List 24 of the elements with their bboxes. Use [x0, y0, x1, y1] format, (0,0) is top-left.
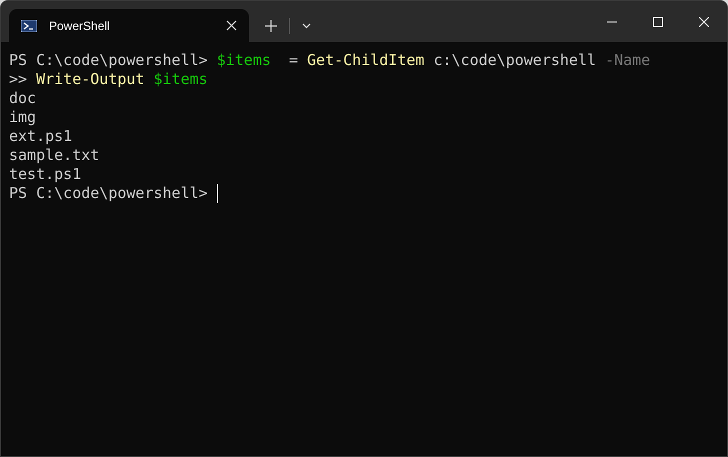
terminal-text: PS C:\code\powershell>	[9, 51, 209, 70]
terminal-text: doc	[9, 89, 36, 108]
terminal-text: PS C:\code\powershell>	[9, 184, 209, 203]
command-text: Get-ChildItem	[307, 51, 424, 70]
parameter-text: -Name	[605, 51, 650, 70]
terminal-text: sample.txt	[9, 146, 100, 165]
dropdown-icon[interactable]	[302, 22, 311, 28]
new-tab-icon[interactable]	[265, 20, 277, 32]
maximize-icon[interactable]	[653, 16, 663, 26]
tab-title: PowerShell	[49, 18, 111, 34]
terminal-text: =	[288, 51, 299, 70]
variable-text: $items	[152, 70, 208, 89]
close-icon[interactable]	[699, 16, 709, 26]
terminal-text: img	[9, 108, 36, 127]
terminal-text: test.ps1	[9, 165, 82, 184]
terminal-icon	[21, 20, 37, 32]
tab[interactable]: PowerShell	[9, 9, 249, 42]
close-icon[interactable]	[226, 20, 237, 31]
variable-text: $items	[216, 51, 271, 70]
minimize-icon[interactable]	[607, 20, 617, 22]
terminal-text: ext.ps1	[9, 127, 72, 146]
terminal-text: c:\code\powershell	[432, 51, 598, 70]
command-text: Write-Output	[36, 70, 144, 89]
terminal-text: >>	[9, 70, 28, 89]
